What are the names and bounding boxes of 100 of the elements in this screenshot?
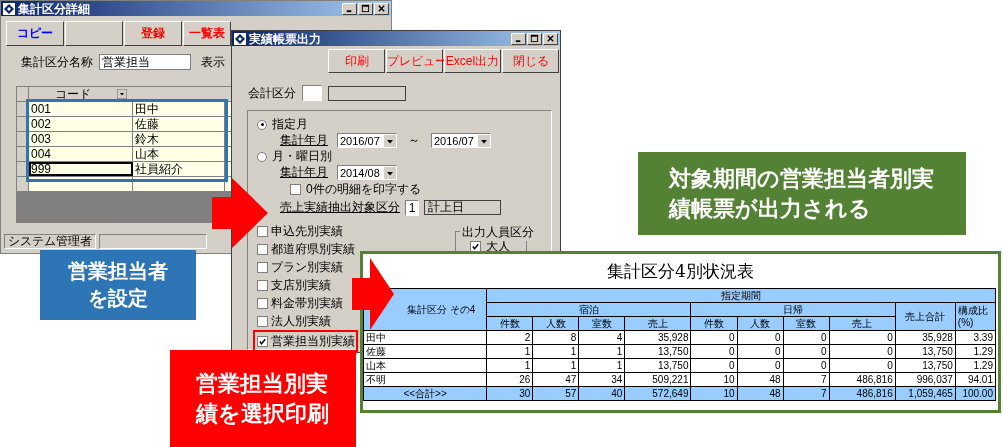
table-cell: 0 xyxy=(690,330,738,345)
table-cell[interactable]: 999 xyxy=(29,162,133,176)
checkbox[interactable] xyxy=(257,297,268,309)
close-icon xyxy=(546,34,555,43)
option-label: プラン別実績 xyxy=(271,258,343,276)
date-combo[interactable]: 2016/07 xyxy=(431,133,491,148)
checkbox[interactable] xyxy=(257,315,268,327)
close-button[interactable] xyxy=(374,2,389,15)
table-cell: 1 xyxy=(578,358,625,373)
close-button[interactable] xyxy=(543,32,558,45)
column-header: 指定期間 xyxy=(486,288,996,303)
table-cell: 4 xyxy=(578,330,625,345)
minimize-button[interactable] xyxy=(511,32,526,45)
date-combo[interactable]: 2016/07 xyxy=(337,133,397,148)
table-cell[interactable]: 山本 xyxy=(133,147,225,161)
close-icon xyxy=(377,4,386,13)
option-label: 都道府県別実績 xyxy=(271,240,355,258)
table-cell: 1.29 xyxy=(955,358,996,373)
table-cell: 48 xyxy=(737,372,784,387)
table-cell: 田中 xyxy=(363,330,487,345)
table-cell: 0 xyxy=(737,358,784,373)
table-cell: 1.29 xyxy=(955,344,996,359)
caret-icon xyxy=(384,134,396,147)
table-cell: 0 xyxy=(783,344,830,359)
table-cell: 13,750 xyxy=(895,358,956,373)
name-field[interactable]: 営業担当 xyxy=(99,54,191,70)
checkbox[interactable] xyxy=(257,261,268,273)
table-cell: 996,037 xyxy=(895,372,956,387)
arrow-icon xyxy=(352,258,394,330)
maximize-icon xyxy=(361,4,370,13)
maximize-button[interactable] xyxy=(527,32,542,45)
date-combo[interactable]: 2014/08 xyxy=(337,165,397,180)
table-cell: 佐藤 xyxy=(363,344,487,359)
group-title: 出力人員区分 xyxy=(460,224,536,241)
table-cell: 13,750 xyxy=(895,344,956,359)
table-cell: 13,750 xyxy=(624,344,691,359)
table-cell: 47 xyxy=(532,372,579,387)
table-cell[interactable]: 鈴木 xyxy=(133,132,225,146)
account-code-field[interactable] xyxy=(302,85,322,101)
table-cell: 0 xyxy=(829,358,896,373)
arrow-icon xyxy=(212,178,268,248)
dropdown-icon[interactable] xyxy=(117,89,127,99)
checkbox[interactable] xyxy=(257,335,268,347)
table-cell[interactable]: 002 xyxy=(29,117,133,131)
option-label: 月・曜日別 xyxy=(272,148,332,165)
radio-button[interactable] xyxy=(257,151,267,162)
callout-text: 対象期間の営業担当者別実績帳票が出力される xyxy=(669,164,935,223)
checkbox[interactable] xyxy=(257,225,268,237)
table-cell: 2 xyxy=(486,330,533,345)
caret-icon xyxy=(478,134,490,147)
field-label: 会計区分 xyxy=(248,84,296,102)
table-cell: 1 xyxy=(486,358,533,373)
option-label: 申込先別実績 xyxy=(271,222,343,240)
table-cell: 1 xyxy=(532,344,579,359)
table-cell[interactable]: 004 xyxy=(29,147,133,161)
minimize-button[interactable] xyxy=(342,2,357,15)
window-title: 実績帳票出力 xyxy=(249,31,321,46)
table-cell: 26 xyxy=(486,372,533,387)
blank-button[interactable] xyxy=(65,21,123,46)
maximize-button[interactable] xyxy=(358,2,373,15)
table-cell: 0 xyxy=(737,330,784,345)
table-cell: 0 xyxy=(829,344,896,359)
checkbox[interactable] xyxy=(257,243,268,255)
table-cell: 3.39 xyxy=(955,330,996,345)
table-cell: 7 xyxy=(783,372,830,387)
row-header[interactable] xyxy=(17,177,29,191)
table-cell[interactable]: 001 xyxy=(29,102,133,116)
option-label: 指定月 xyxy=(272,116,308,133)
checkbox[interactable] xyxy=(290,184,301,195)
table-cell: 0 xyxy=(829,330,896,345)
table-cell: 0 xyxy=(783,358,830,373)
table-cell: 0 xyxy=(737,344,784,359)
range-separator: ～ xyxy=(408,132,420,149)
maximize-icon xyxy=(530,34,539,43)
table-cell: 0 xyxy=(690,344,738,359)
table-cell[interactable]: 佐藤 xyxy=(133,117,225,131)
app-icon xyxy=(234,32,246,45)
table-cell[interactable]: 社員紹介 xyxy=(133,162,225,176)
status-bar-user: システム管理者 xyxy=(4,234,96,249)
option-label: 支店別実績 xyxy=(271,276,331,294)
option-label: 料金帯別実績 xyxy=(271,294,343,312)
table-cell: 35,928 xyxy=(895,330,956,345)
checkbox[interactable] xyxy=(257,279,268,291)
toolbar-button[interactable]: コピー xyxy=(6,21,64,46)
table-cell[interactable]: 003 xyxy=(29,132,133,146)
table-cell: 34 xyxy=(578,372,625,387)
table-cell: 13,750 xyxy=(624,358,691,373)
table-cell: 0 xyxy=(690,358,738,373)
callout-text: 営業担当者を設定 xyxy=(67,259,169,311)
code-field[interactable]: 1 xyxy=(405,199,419,216)
table-cell[interactable]: 田中 xyxy=(133,102,225,116)
table-cell: 10 xyxy=(690,372,738,387)
table-cell: 1 xyxy=(532,358,579,373)
app-icon xyxy=(3,2,15,15)
caret-icon xyxy=(384,166,396,179)
option-label: 大人 xyxy=(486,238,510,255)
radio-button[interactable] xyxy=(257,119,267,130)
table-cell: 486,816 xyxy=(829,372,896,387)
field-label: 売上実績抽出対象区分 xyxy=(280,199,400,216)
table-cell: 509,221 xyxy=(624,372,691,387)
